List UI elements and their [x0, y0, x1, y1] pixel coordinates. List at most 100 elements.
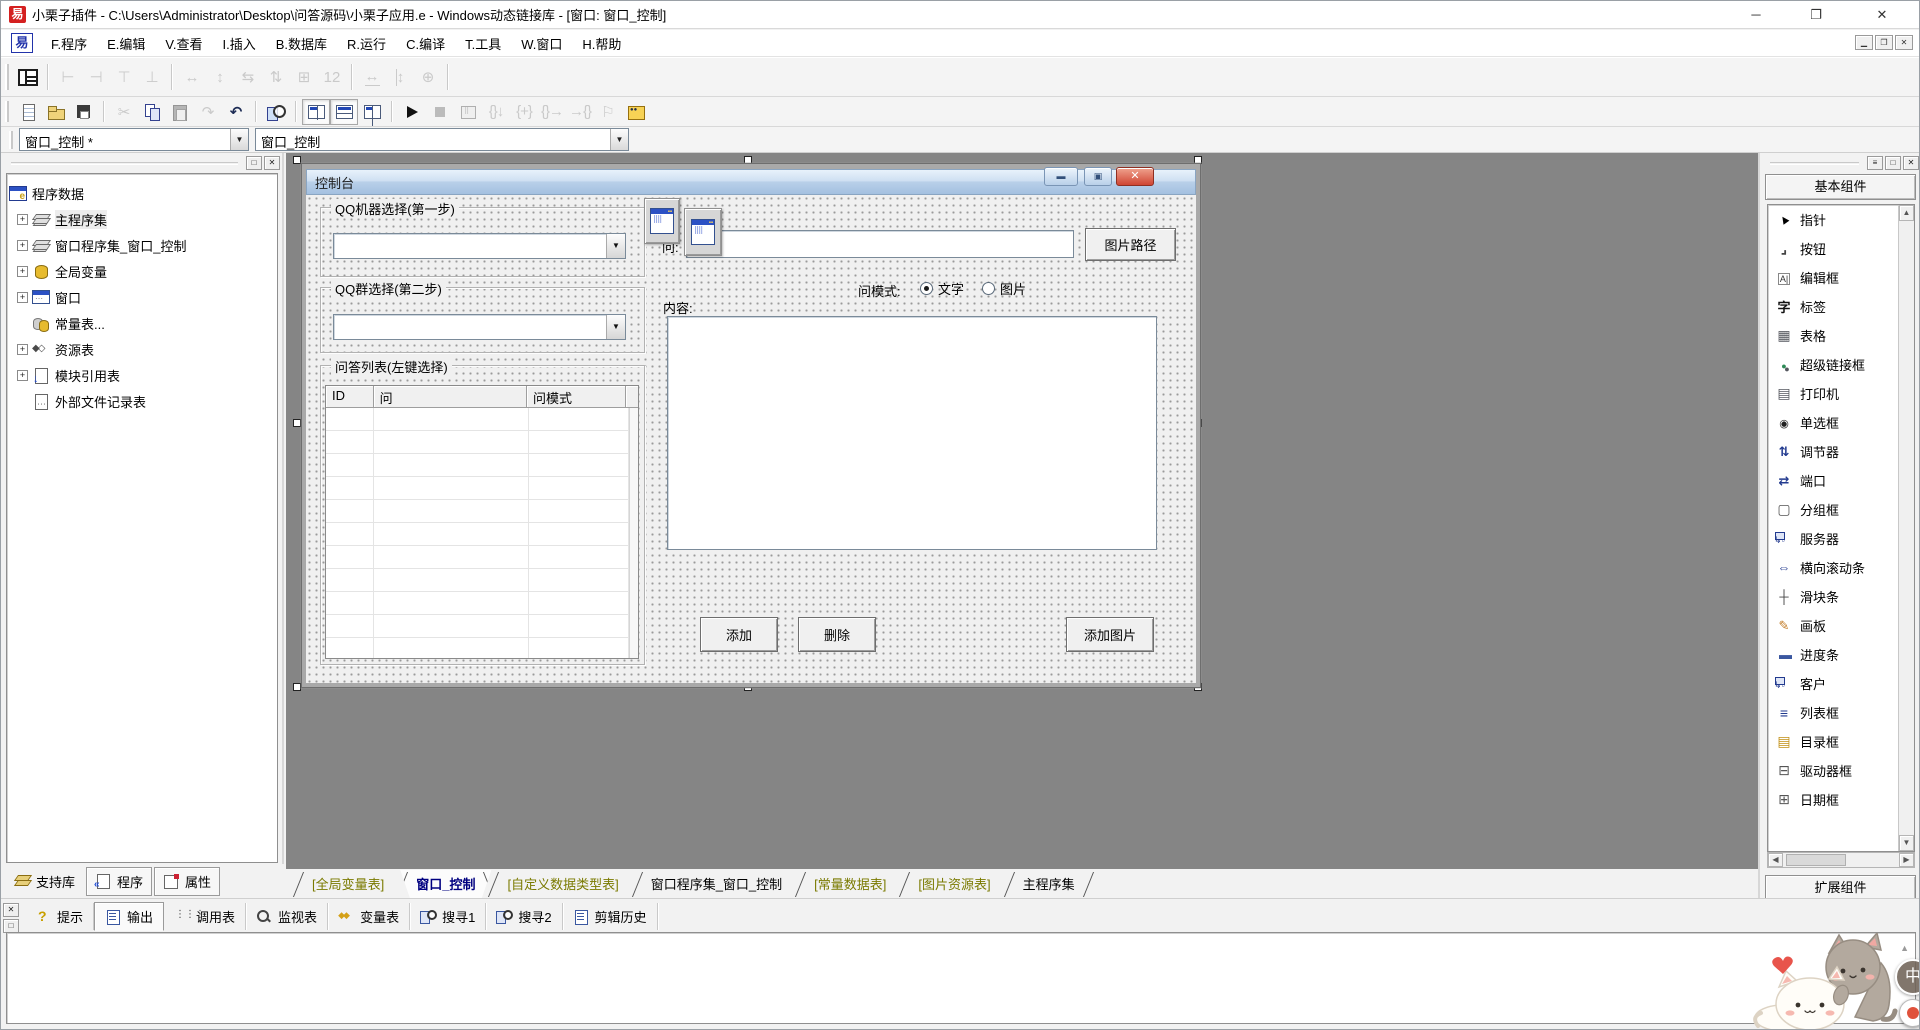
expand-plus-icon[interactable]: + — [17, 240, 28, 251]
doc-tab-window-control[interactable]: 窗口_控制 — [400, 870, 491, 899]
view-form-window-icon[interactable] — [358, 99, 386, 125]
menu-tools[interactable]: T.工具 — [455, 31, 511, 56]
find-icon[interactable] — [262, 99, 290, 125]
qa-table-scrollbar[interactable] — [629, 408, 638, 658]
palette-item-pointer[interactable]: 指针 — [1768, 205, 1914, 234]
view-split-window-icon[interactable] — [330, 99, 358, 125]
palette-item-canvas[interactable]: 画板 — [1768, 611, 1914, 640]
content-textarea[interactable] — [667, 316, 1157, 550]
palette-item-hyperlink[interactable]: 超级链接框 — [1768, 350, 1914, 379]
add-button[interactable]: 添加 — [700, 617, 778, 652]
run-to-cursor-icon[interactable]: →{} — [566, 99, 594, 125]
same-height-icon[interactable]: ↕ — [386, 64, 414, 90]
mdi-minimize-button[interactable]: ▁ — [1855, 35, 1873, 50]
undo-icon[interactable]: ↶ — [222, 99, 250, 125]
space-equal-vertical-icon[interactable]: ⇅ — [262, 64, 290, 90]
tree-item-window-assembly[interactable]: + 窗口程序集_窗口_控制 — [9, 232, 275, 258]
ime-mode-icon[interactable] — [1899, 999, 1920, 1027]
palette-item-editbox[interactable]: 编辑框 — [1768, 263, 1914, 292]
doc-tab-picture-resources[interactable]: [图片资源表] — [902, 870, 1006, 899]
tab-program[interactable]: 程序 — [86, 867, 152, 896]
palette-item-drivebox[interactable]: 驱动器框 — [1768, 756, 1914, 785]
palette-horizontal-scrollbar[interactable]: ◀ ▶ — [1767, 852, 1915, 868]
find-in-files-icon[interactable] — [622, 99, 650, 125]
tab-search2[interactable]: 搜寻2 — [486, 903, 562, 930]
panel-menu-icon[interactable]: ≡ — [1867, 156, 1883, 170]
panel-grip[interactable] — [1770, 162, 1859, 165]
chevron-down-icon[interactable]: ▼ — [610, 129, 628, 150]
menu-program[interactable]: F.程序 — [41, 31, 97, 56]
tree-item-windows[interactable]: + 窗口 — [9, 284, 275, 310]
form-designer-canvas[interactable]: 控制台 ▬ ▣ ✕ QQ机器选择(第一步) ▼ QQ群选择(第二步) ▼ — [286, 153, 1758, 869]
menu-insert[interactable]: I.插入 — [213, 31, 266, 56]
qa-table[interactable]: ID 问 问模式 — [325, 385, 639, 659]
mdi-close-button[interactable]: ✕ — [1895, 35, 1913, 50]
tab-order-icon[interactable]: 12 — [318, 64, 346, 90]
qq-group-combobox[interactable]: ▼ — [333, 314, 626, 340]
designed-form-window[interactable]: 控制台 ▬ ▣ ✕ QQ机器选择(第一步) ▼ QQ群选择(第二步) ▼ — [301, 163, 1201, 688]
qq-robot-combobox[interactable]: ▼ — [333, 233, 626, 259]
tab-hint[interactable]: 提示 — [25, 903, 94, 930]
palette-item-port[interactable]: 端口 — [1768, 466, 1914, 495]
palette-item-server[interactable]: 服务器 — [1768, 524, 1914, 553]
palette-item-hscrollbar[interactable]: 横向滚动条 — [1768, 553, 1914, 582]
selection-handle[interactable] — [293, 683, 301, 691]
toolbar-grip[interactable] — [5, 64, 9, 91]
panel-maximize-icon[interactable]: □ — [3, 919, 19, 933]
qa-col-id[interactable]: ID — [326, 386, 374, 408]
palette-item-groupbox[interactable]: 分组框 — [1768, 495, 1914, 524]
panel-close-icon[interactable]: ✕ — [3, 903, 19, 917]
palette-item-printer[interactable]: 打印机 — [1768, 379, 1914, 408]
selection-handle[interactable] — [293, 419, 301, 427]
object-selector-combobox[interactable]: 窗口_控制 ▼ — [255, 128, 629, 151]
tree-item-global-variables[interactable]: + 全局变量 — [9, 258, 275, 284]
panel-grip[interactable] — [11, 162, 238, 165]
size-to-grid-icon[interactable]: ⊞ — [290, 64, 318, 90]
paste-icon[interactable] — [166, 99, 194, 125]
palette-vertical-scrollbar[interactable]: ▲ ▼ — [1898, 205, 1914, 851]
mode-radio-picture[interactable]: 图片 — [982, 279, 1026, 298]
form-close-button[interactable]: ✕ — [1116, 167, 1154, 186]
restore-button[interactable]: ❐ — [1791, 1, 1841, 29]
doc-tab-global-variables[interactable]: [全局变量表] — [296, 870, 400, 899]
palette-item-dirbox[interactable]: 目录框 — [1768, 727, 1914, 756]
tree-item-constant-table[interactable]: 常量表... — [9, 310, 275, 336]
palette-item-table[interactable]: 表格 — [1768, 321, 1914, 350]
palette-item-updown[interactable]: 调节器 — [1768, 437, 1914, 466]
panel-close-icon[interactable]: ✕ — [1903, 156, 1919, 170]
menu-view[interactable]: V.查看 — [155, 31, 212, 56]
component-list[interactable]: 指针 按钮 编辑框 标签 表格 超级链接框 打印机 单选框 调节器 端口 分组框… — [1767, 204, 1915, 852]
panel-maximize-icon[interactable]: □ — [246, 156, 262, 170]
palette-item-progressbar[interactable]: 进度条 — [1768, 640, 1914, 669]
center-horizontal-icon[interactable]: ↔ — [178, 64, 206, 90]
palette-item-slider[interactable]: 滑块条 — [1768, 582, 1914, 611]
palette-item-label[interactable]: 标签 — [1768, 292, 1914, 321]
form-design-icon[interactable] — [14, 64, 42, 90]
pic-path-button[interactable]: 图片路径 — [1085, 228, 1176, 261]
tab-clip-history[interactable]: 剪辑历史 — [563, 903, 658, 930]
step-over-icon[interactable]: {+} — [510, 99, 538, 125]
palette-item-client[interactable]: 客户 — [1768, 669, 1914, 698]
tree-item-module-refs[interactable]: + 模块引用表 — [9, 362, 275, 388]
output-content[interactable]: ▲ ▼ — [6, 932, 1916, 1024]
align-left-icon[interactable]: ⊢ — [54, 64, 82, 90]
palette-item-listbox[interactable]: 列表框 — [1768, 698, 1914, 727]
form-minimize-button[interactable]: ▬ — [1044, 167, 1078, 186]
doc-tab-custom-datatypes[interactable]: [自定义数据类型表] — [491, 870, 634, 899]
form-maximize-button[interactable]: ▣ — [1084, 167, 1112, 186]
redo-icon[interactable]: ↷ — [194, 99, 222, 125]
menu-compile[interactable]: C.编译 — [396, 31, 455, 56]
qa-col-question[interactable]: 问 — [374, 386, 527, 408]
tab-variable-table[interactable]: 变量表 — [328, 903, 410, 930]
menu-window[interactable]: W.窗口 — [511, 31, 572, 56]
chevron-down-icon[interactable]: ▼ — [606, 315, 625, 339]
align-top-icon[interactable]: ⊤ — [110, 64, 138, 90]
add-picture-button[interactable]: 添加图片 — [1066, 617, 1154, 652]
tab-call-table[interactable]: 调用表 — [164, 903, 246, 930]
panel-maximize-icon[interactable]: □ — [1885, 156, 1901, 170]
same-width-icon[interactable]: ↔ — [358, 64, 386, 90]
save-icon[interactable] — [70, 99, 98, 125]
doc-tab-constant-data[interactable]: [常量数据表] — [798, 870, 902, 899]
delete-button[interactable]: 删除 — [798, 617, 876, 652]
tree-item-resource-table[interactable]: + 资源表 — [9, 336, 275, 362]
